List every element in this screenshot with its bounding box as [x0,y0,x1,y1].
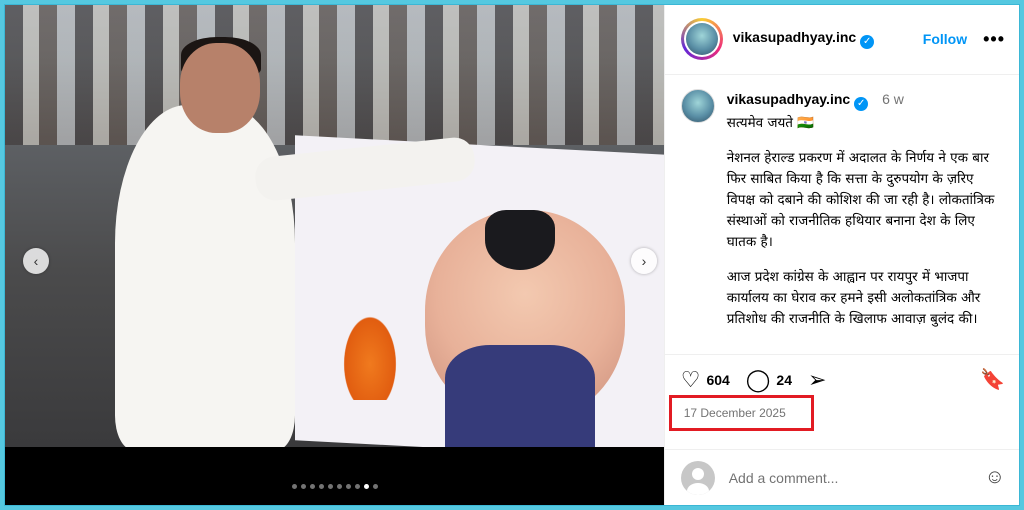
chevron-left-icon[interactable]: ‹ [23,248,49,274]
carousel-dot [364,484,369,489]
carousel-dot [337,484,342,489]
carousel-dot [373,484,378,489]
lotus-symbol [340,310,400,400]
share-icon[interactable]: ➢ [808,367,826,393]
carousel-dot [346,484,351,489]
bookmark-icon[interactable]: 🔖 [980,367,1005,392]
post-frame: ‹ › vikasupadhyay.inc ✓ Follow ••• vikasu… [4,4,1020,506]
crowd-background [5,5,664,145]
poster-ink-stain [485,210,555,270]
man-in-white-kurta [115,105,295,447]
verified-badge-icon: ✓ [860,35,875,50]
verified-badge-icon: ✓ [854,96,869,111]
post-header: vikasupadhyay.inc ✓ Follow ••• [664,5,1019,75]
author-username[interactable]: vikasupadhyay.inc ✓ [733,29,875,50]
carousel-dots [5,484,664,489]
author-avatar[interactable] [680,18,723,61]
post-date: 17 December 2025 [683,405,786,420]
caption-time[interactable]: 6 w [882,91,904,107]
chevron-right-icon[interactable]: › [631,248,657,274]
like-count[interactable]: 604 [706,372,729,388]
carousel-dot [301,484,306,489]
post-photo [5,5,664,447]
comment-count[interactable]: 24 [776,372,792,388]
emoji-icon[interactable]: ☺ [985,466,1005,489]
follow-button[interactable]: Follow [923,31,967,47]
carousel-dot [355,484,360,489]
heart-icon[interactable]: ♡ [681,367,701,393]
caption-headline: सत्यमेव जयते 🇮🇳 [726,114,815,131]
comment-bar: Add a comment... ☺ [664,449,1019,505]
user-avatar [680,460,715,495]
man-head [180,43,260,133]
caption-area: vikasupadhyay.inc ✓ 6 w सत्यमेव जयते 🇮🇳 न… [665,75,1019,354]
carousel-dot [292,484,297,489]
carousel-dot [328,484,333,489]
media-footer [5,447,664,505]
poster-coat [445,345,595,447]
caption-paragraph-2: आज प्रदेश कांग्रेस के आह्वान पर रायपुर म… [726,268,981,327]
post-media[interactable]: ‹ › [5,5,664,505]
caption-body: vikasupadhyay.inc ✓ 6 w सत्यमेव जयते 🇮🇳 न… [727,89,1003,330]
caption-row: vikasupadhyay.inc ✓ 6 w सत्यमेव जयते 🇮🇳 न… [680,88,1003,330]
carousel-dot [310,484,315,489]
date-highlight-box: 17 December 2025 [668,394,814,431]
caption-paragraph-1: नेशनल हेराल्ड प्रकरण में अदालत के निर्णय… [726,149,995,250]
comment-input[interactable]: Add a comment... [729,470,985,486]
caption-avatar[interactable] [680,88,715,123]
post-sidebar: vikasupadhyay.inc ✓ Follow ••• vikasupadh… [663,5,1019,505]
comment-icon[interactable]: ◯ [746,367,771,393]
more-options-icon[interactable]: ••• [983,29,1005,50]
carousel-dot [319,484,324,489]
action-bar: ♡ 604 ◯ 24 ➢ 🔖 17 December 2025 [664,353,1019,450]
caption-username[interactable]: vikasupadhyay.inc [727,91,850,107]
